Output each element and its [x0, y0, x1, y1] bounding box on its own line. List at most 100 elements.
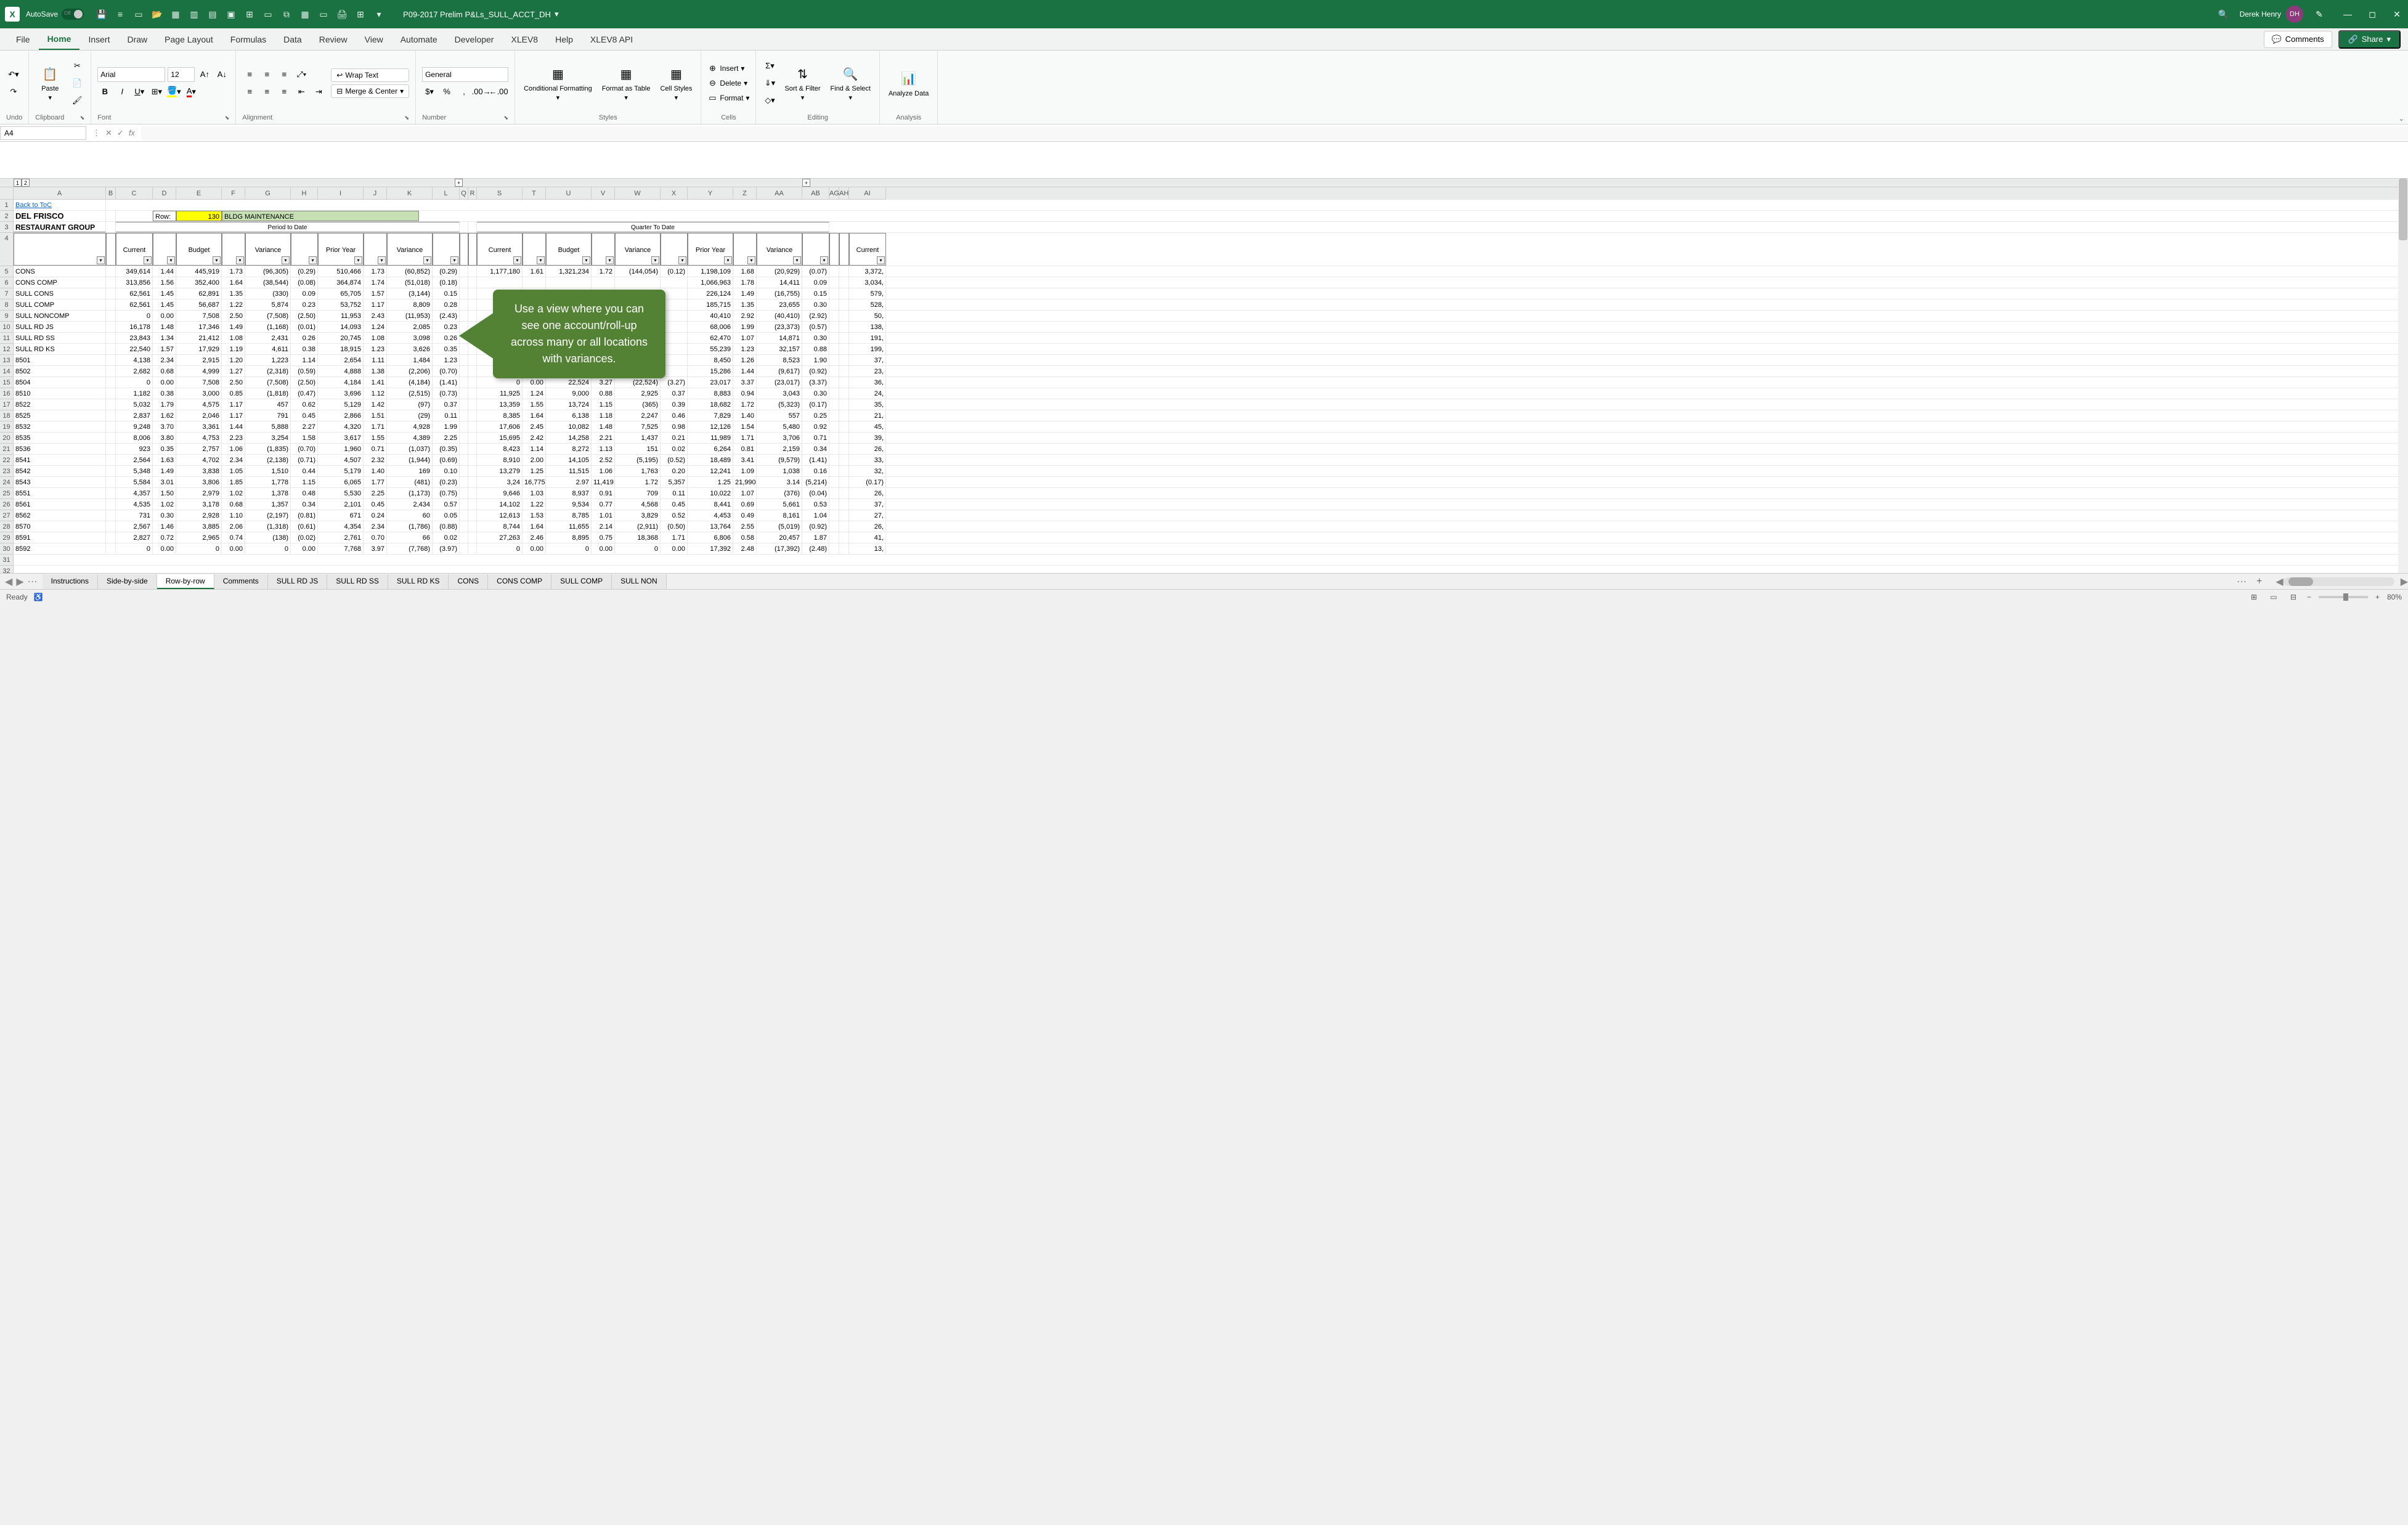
cell[interactable]: 2.55 — [733, 521, 757, 532]
cell[interactable]: 2,159 — [757, 444, 802, 454]
cell[interactable] — [460, 532, 468, 543]
cell[interactable]: (40,410) — [757, 311, 802, 321]
cell[interactable]: 6,806 — [688, 532, 733, 543]
column-header[interactable]: AH — [839, 187, 849, 200]
cell[interactable]: (0.01) — [291, 322, 318, 332]
cell[interactable] — [468, 288, 477, 299]
cell[interactable]: 7,829 — [688, 410, 733, 421]
cell[interactable]: 0.88 — [802, 344, 829, 354]
cell[interactable]: 3.14 — [757, 477, 802, 487]
cell[interactable]: 1.23 — [433, 355, 460, 365]
cell[interactable]: (0.70) — [291, 444, 318, 454]
cell[interactable]: 0.11 — [433, 410, 460, 421]
cell[interactable]: 1.08 — [222, 333, 245, 343]
cell[interactable] — [829, 377, 839, 388]
cell[interactable]: 0.35 — [433, 344, 460, 354]
cell[interactable]: 1.62 — [153, 410, 176, 421]
sheet-tab[interactable]: SULL NON — [612, 574, 667, 589]
column-header[interactable]: C — [116, 187, 153, 200]
cell[interactable]: (2,138) — [245, 455, 291, 465]
cell[interactable]: 32,157 — [757, 344, 802, 354]
cell[interactable]: 1.73 — [222, 266, 245, 277]
cell[interactable]: 13,724 — [546, 399, 592, 410]
cell[interactable]: Prior Year▾ — [688, 233, 733, 266]
cell[interactable]: 1.48 — [153, 322, 176, 332]
cell[interactable]: (3.27) — [661, 377, 688, 388]
outline-level-2[interactable]: 2 — [22, 179, 30, 187]
cell[interactable]: 2.00 — [523, 455, 546, 465]
cell[interactable]: 2,247 — [615, 410, 661, 421]
row-header[interactable]: 20 — [0, 433, 14, 444]
cell[interactable]: 1.10 — [222, 510, 245, 521]
cell[interactable]: 0.77 — [592, 499, 615, 510]
cell[interactable]: (0.17) — [802, 399, 829, 410]
cell[interactable] — [106, 399, 116, 410]
cell[interactable]: 0.21 — [661, 433, 688, 443]
cell[interactable] — [839, 344, 849, 354]
save-icon[interactable]: 💾 — [96, 9, 107, 20]
row-header[interactable]: 32 — [0, 566, 14, 573]
cell[interactable]: 0.37 — [661, 388, 688, 399]
cell[interactable]: 8535 — [14, 433, 106, 443]
cell[interactable] — [460, 444, 468, 454]
cell[interactable] — [468, 299, 477, 310]
cell[interactable]: (29) — [387, 410, 433, 421]
column-header[interactable]: W — [615, 187, 661, 200]
cell[interactable]: 50, — [849, 311, 886, 321]
cell[interactable] — [839, 510, 849, 521]
accept-formula-icon[interactable]: ✓ — [117, 128, 124, 138]
cell[interactable]: 1.07 — [733, 333, 757, 343]
cell[interactable]: 4,138 — [116, 355, 153, 365]
cell[interactable]: 41, — [849, 532, 886, 543]
cell[interactable]: 0.15 — [802, 288, 829, 299]
filter-button[interactable]: ▾ — [282, 256, 290, 264]
cell[interactable]: Prior Year▾ — [318, 233, 364, 266]
cell[interactable] — [829, 543, 839, 554]
cell[interactable]: 8551 — [14, 488, 106, 498]
row-header[interactable]: 31 — [0, 555, 14, 566]
cell[interactable]: 0.53 — [802, 499, 829, 510]
cell[interactable]: 1.57 — [153, 344, 176, 354]
cell[interactable] — [829, 277, 839, 288]
cell[interactable]: 5,888 — [245, 421, 291, 432]
cell[interactable]: 0.30 — [802, 388, 829, 399]
cell[interactable]: 1,357 — [245, 499, 291, 510]
cell[interactable]: 0.38 — [291, 344, 318, 354]
cell[interactable] — [106, 488, 116, 498]
column-header[interactable]: E — [176, 187, 222, 200]
row-header[interactable]: 10 — [0, 322, 14, 333]
cell[interactable]: 0.52 — [661, 510, 688, 521]
cell[interactable]: 32, — [849, 466, 886, 476]
cell[interactable]: 7,508 — [176, 377, 222, 388]
cell[interactable]: 2.42 — [523, 433, 546, 443]
cell[interactable]: 1,066,963 — [688, 277, 733, 288]
cell[interactable]: 4,888 — [318, 366, 364, 376]
cell[interactable] — [460, 222, 468, 232]
cell[interactable]: 0.11 — [661, 488, 688, 498]
cell[interactable]: 1,484 — [387, 355, 433, 365]
cell[interactable]: ▾ — [592, 233, 615, 266]
column-header[interactable]: U — [546, 187, 592, 200]
cell[interactable]: 17,346 — [176, 322, 222, 332]
cell[interactable]: 1.71 — [364, 421, 387, 432]
cell[interactable]: Variance▾ — [387, 233, 433, 266]
cell[interactable] — [839, 355, 849, 365]
column-header[interactable]: V — [592, 187, 615, 200]
cell[interactable]: 2.92 — [733, 311, 757, 321]
cell[interactable]: (376) — [757, 488, 802, 498]
cell[interactable]: (0.07) — [802, 266, 829, 277]
cell[interactable]: 14,102 — [477, 499, 523, 510]
align-bottom-button[interactable]: ≡ — [277, 67, 291, 82]
row-header[interactable]: 13 — [0, 355, 14, 366]
tab-draw[interactable]: Draw — [118, 30, 156, 49]
cell[interactable]: 1,378 — [245, 488, 291, 498]
cell[interactable]: 0.38 — [153, 388, 176, 399]
cell[interactable]: 8,441 — [688, 499, 733, 510]
row-header[interactable]: 4 — [0, 233, 14, 266]
align-top-button[interactable]: ≡ — [242, 67, 257, 82]
increase-font-button[interactable]: A↑ — [197, 67, 212, 82]
cell[interactable]: 2,654 — [318, 355, 364, 365]
cell[interactable]: 0.20 — [661, 466, 688, 476]
cell[interactable] — [829, 344, 839, 354]
page-layout-view-button[interactable]: ▭ — [2268, 592, 2280, 603]
